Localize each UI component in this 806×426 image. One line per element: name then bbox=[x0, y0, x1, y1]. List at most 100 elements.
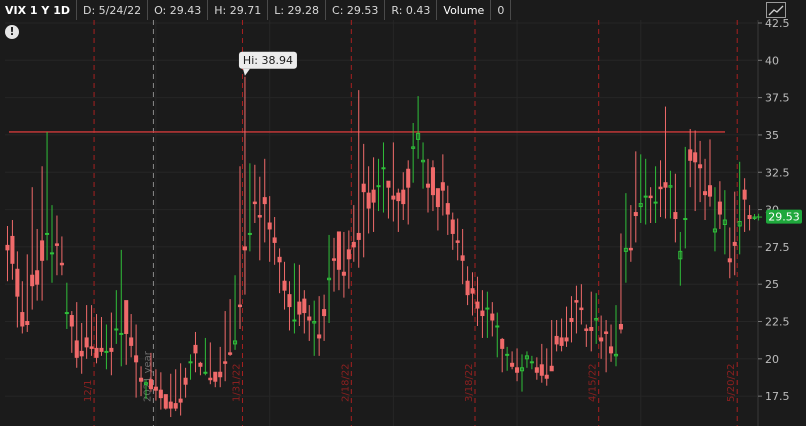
year-label: 2021 year bbox=[142, 350, 153, 402]
candle-body bbox=[599, 337, 604, 342]
candle-body bbox=[15, 268, 20, 297]
candle-body bbox=[64, 312, 69, 315]
candle-body bbox=[203, 371, 208, 374]
month-label: 12/1 bbox=[83, 380, 94, 402]
candle-body bbox=[450, 219, 455, 234]
candle-body bbox=[589, 326, 594, 331]
candle-body bbox=[228, 352, 233, 355]
price-chart[interactable]: 12/1 1/31/22 2/18/22 3/18/22 4/15/22 5/20/22 2… bbox=[0, 0, 806, 426]
y-tick-label: 40 bbox=[765, 54, 779, 67]
candle-body bbox=[247, 232, 252, 235]
candle-body bbox=[440, 182, 445, 191]
candle-body bbox=[213, 371, 218, 382]
candle-body bbox=[297, 301, 302, 315]
candle-body bbox=[139, 377, 144, 382]
candle-body bbox=[317, 334, 322, 339]
candle-body bbox=[129, 337, 134, 346]
candle-body bbox=[747, 215, 752, 220]
candle-body bbox=[59, 262, 64, 266]
candle-body bbox=[223, 361, 228, 364]
candle-body bbox=[336, 231, 341, 270]
candle-body bbox=[158, 389, 163, 399]
candle-body bbox=[30, 274, 35, 287]
month-label: 5/20/22 bbox=[726, 363, 737, 402]
candle-body bbox=[703, 191, 708, 196]
candle-body bbox=[257, 215, 262, 218]
exclamation-icon[interactable]: ! bbox=[5, 25, 19, 39]
y-tick-label: 22.5 bbox=[765, 316, 790, 329]
candle-body bbox=[386, 180, 391, 188]
candle-body bbox=[198, 362, 203, 367]
candle-body bbox=[124, 300, 129, 334]
candle-body bbox=[49, 252, 55, 255]
candle-body bbox=[515, 367, 520, 373]
y-tick-label: 37.5 bbox=[765, 92, 790, 105]
candle-body bbox=[25, 321, 30, 326]
candle-body bbox=[168, 401, 173, 409]
candle-body bbox=[5, 244, 10, 251]
candle-body bbox=[653, 201, 658, 204]
volume-label: Volume bbox=[437, 0, 492, 20]
candle-body bbox=[618, 324, 623, 330]
candle-body bbox=[742, 189, 747, 200]
y-tick-label: 20 bbox=[765, 353, 779, 366]
range-value: R: 0.43 bbox=[385, 0, 438, 20]
candle-body bbox=[20, 312, 25, 327]
candle-body bbox=[134, 355, 139, 363]
candle-body bbox=[683, 218, 688, 221]
candle-body bbox=[717, 201, 722, 215]
candle-body bbox=[84, 337, 89, 348]
candle-body bbox=[727, 258, 732, 263]
candle-body bbox=[643, 195, 648, 198]
candle-body bbox=[663, 182, 668, 188]
high-callout-label: Hi: 38.94 bbox=[243, 54, 293, 67]
candle-body bbox=[475, 301, 480, 309]
candle-body bbox=[178, 398, 183, 403]
candle-body bbox=[54, 243, 59, 246]
month-label: 3/18/22 bbox=[464, 363, 475, 402]
candle-body bbox=[455, 240, 460, 243]
candle-body bbox=[153, 386, 158, 391]
candle-body bbox=[495, 325, 500, 328]
candle-body bbox=[425, 183, 431, 188]
symbol-label[interactable]: VIX 1 Y 1D bbox=[0, 0, 77, 20]
month-label: 2/18/22 bbox=[340, 363, 351, 402]
candle-body bbox=[89, 346, 94, 349]
candle-body bbox=[510, 362, 515, 367]
candle-body bbox=[371, 189, 376, 203]
chart-style-icon[interactable] bbox=[766, 2, 786, 18]
candle-body bbox=[485, 307, 490, 310]
candle-body bbox=[673, 212, 678, 220]
candle-body bbox=[480, 310, 485, 317]
candle-body bbox=[267, 222, 272, 230]
high-value: H: 29.71 bbox=[208, 0, 269, 20]
candle-body bbox=[322, 309, 327, 317]
candle-body bbox=[282, 280, 287, 291]
candle-body bbox=[732, 241, 737, 246]
candle-body bbox=[549, 365, 554, 372]
candle-body bbox=[430, 167, 435, 196]
candle-body bbox=[10, 235, 15, 264]
candle-body bbox=[391, 195, 396, 200]
candle-body bbox=[401, 189, 406, 205]
candle-body bbox=[584, 328, 589, 331]
candle-body bbox=[262, 197, 267, 205]
y-tick-label: 27.5 bbox=[765, 241, 790, 254]
candle-body bbox=[242, 246, 247, 251]
candle-body bbox=[208, 377, 213, 381]
volume-value: 0 bbox=[491, 0, 512, 20]
candle-body bbox=[633, 212, 638, 217]
candle-body bbox=[707, 185, 713, 197]
candle-body bbox=[376, 185, 381, 188]
last-price-label: 29.53 bbox=[768, 211, 800, 224]
candle-body bbox=[366, 192, 371, 209]
candle-body bbox=[356, 232, 361, 240]
candle-body bbox=[445, 203, 450, 215]
candle-body bbox=[406, 168, 411, 188]
candle-body bbox=[460, 255, 465, 261]
last-price-marker: + bbox=[754, 211, 763, 224]
month-label: 4/15/22 bbox=[588, 363, 599, 402]
candle-body bbox=[119, 332, 124, 335]
candle-body bbox=[539, 364, 544, 376]
candle-body bbox=[272, 237, 277, 243]
